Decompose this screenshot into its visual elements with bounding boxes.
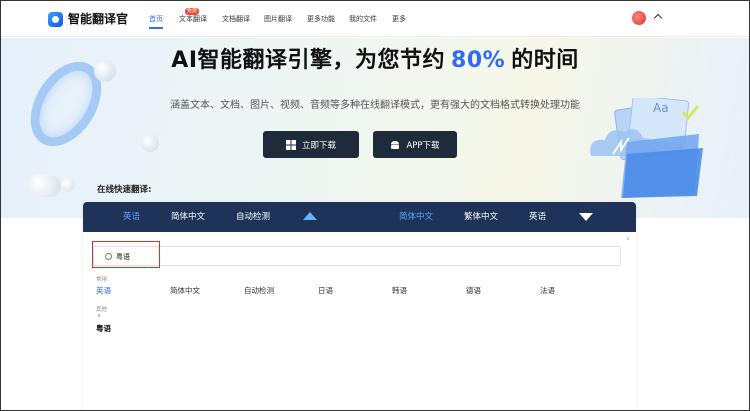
online-translate-label: 在线快速翻译:	[97, 185, 152, 195]
expand-arrow-icon[interactable]	[579, 213, 593, 221]
nav-more[interactable]: 更多	[392, 14, 406, 24]
decorative-ball	[141, 134, 159, 152]
app-download-button[interactable]: APP下载	[373, 131, 457, 158]
hero-subtitle: 涵盖文本、文档、图片、视频、音频等多种在线翻译模式，更有强大的文档格式转换处理功…	[170, 100, 580, 111]
collapse-arrow-icon[interactable]	[303, 212, 317, 220]
windows-icon	[285, 139, 296, 150]
nav-my-files[interactable]: 我的文件	[349, 14, 377, 24]
option-auto-detect[interactable]: 自动检测	[244, 286, 274, 296]
translate-panel: 英语 简体中文 自动检测 简体中文 繁体中文 英语 ∨ 常用 英语 简体中文 自…	[83, 202, 636, 411]
free-badge: 免费	[185, 8, 200, 15]
language-search-box[interactable]	[93, 246, 621, 266]
option-french[interactable]: 法语	[540, 286, 555, 296]
other-group-chevron-icon: ∨	[97, 313, 102, 319]
hero-title-prefix: AI智能翻译引擎，为您节约	[171, 48, 446, 73]
option-simplified-chinese[interactable]: 简体中文	[170, 286, 200, 296]
decorative-cloud	[27, 175, 61, 197]
user-avatar[interactable]	[632, 11, 646, 25]
hero-title: AI智能翻译引擎，为您节约 80% 的时间	[1, 46, 749, 76]
source-tab-english[interactable]: 英语	[123, 212, 140, 223]
hero-title-percent: 80%	[451, 48, 506, 73]
source-tab-simplified-chinese[interactable]: 简体中文	[171, 212, 205, 223]
option-german[interactable]: 德语	[466, 286, 481, 296]
target-tab-simplified-chinese[interactable]: 简体中文	[399, 212, 433, 223]
logo-icon	[48, 12, 63, 27]
option-english[interactable]: 英语	[96, 286, 111, 296]
source-tab-auto-detect[interactable]: 自动检测	[236, 212, 270, 223]
nav-document-translate[interactable]: 文档翻译	[222, 14, 250, 24]
nav-home[interactable]: 首页	[149, 14, 163, 29]
language-bar: 英语 简体中文 自动检测 简体中文 繁体中文 英语	[83, 202, 636, 232]
scroll-indicator-icon: ∨	[626, 236, 630, 242]
app-download-button-label: APP下载	[406, 140, 440, 151]
option-korean[interactable]: 韩语	[392, 286, 407, 296]
common-group-label: 常用	[96, 277, 108, 283]
nav-text-translate[interactable]: 文本翻译	[179, 14, 207, 24]
nav-more-functions[interactable]: 更多功能	[307, 14, 335, 24]
chevron-up-icon[interactable]	[653, 13, 663, 23]
option-cantonese[interactable]: 粤语	[96, 324, 111, 334]
other-group-label: 其他	[96, 307, 108, 313]
option-japanese[interactable]: 日语	[318, 286, 333, 296]
nav-image-translate[interactable]: 图片翻译	[264, 14, 292, 24]
hero-title-suffix: 的时间	[511, 48, 579, 73]
search-icon	[105, 253, 112, 260]
language-search-input[interactable]	[116, 250, 316, 263]
app-logo-text[interactable]: 智能翻译官	[68, 12, 128, 27]
download-button-label: 立即下载	[301, 140, 336, 151]
download-button[interactable]: 立即下载	[263, 131, 359, 158]
target-tab-traditional-chinese[interactable]: 繁体中文	[464, 212, 498, 223]
top-navigation: 智能翻译官 首页 文本翻译 免费 文档翻译 图片翻译 更多功能 我的文件 更多	[1, 1, 749, 37]
hero-banner: Aa AI智能翻译引擎，为您节约 80% 的时间 涵盖文本、文档、图片、视频、音频等…	[1, 38, 749, 218]
decorative-ball	[61, 178, 75, 192]
folder-illustration-icon: Aa	[590, 98, 703, 198]
android-icon	[391, 140, 400, 149]
target-tab-english[interactable]: 英语	[529, 212, 546, 223]
